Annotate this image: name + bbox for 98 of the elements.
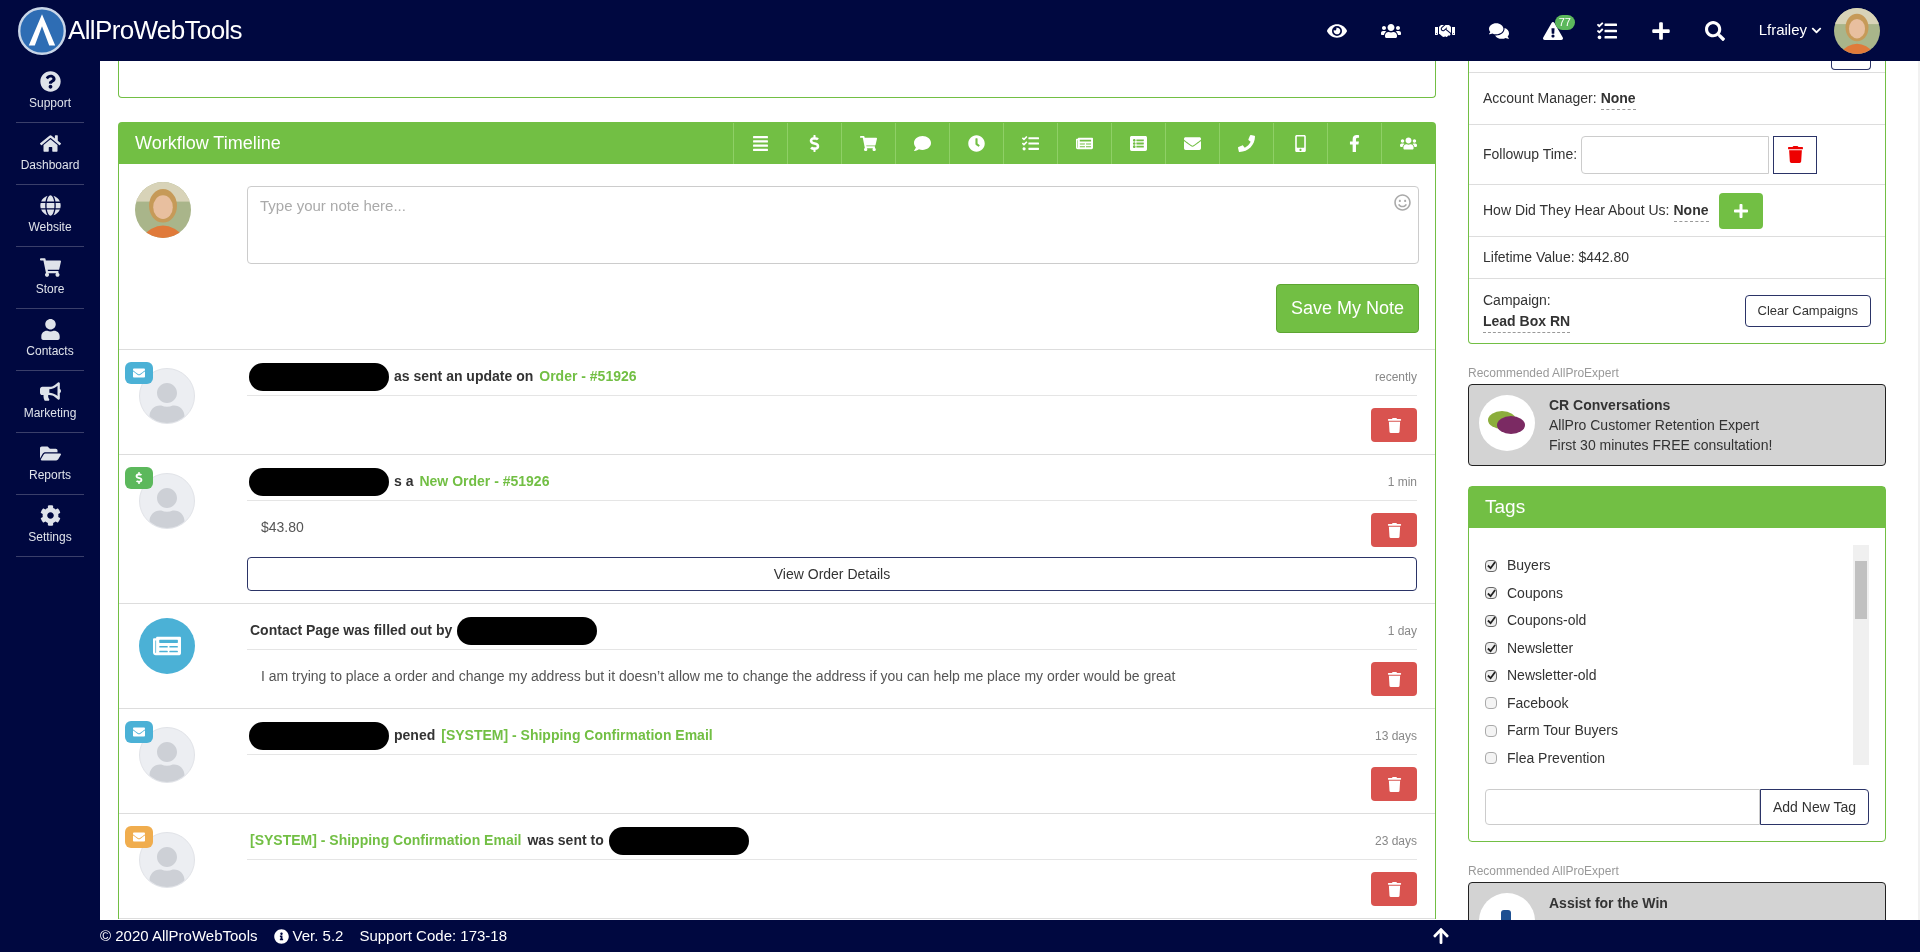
tag-label: Coupons-old: [1507, 611, 1587, 631]
trash-icon: [1386, 671, 1402, 687]
action-button[interactable]: [1831, 61, 1871, 70]
view-order-details-button[interactable]: View Order Details: [247, 557, 1417, 591]
add-new-tag-button[interactable]: Add New Tag: [1760, 789, 1869, 825]
clear-campaigns-button[interactable]: Clear Campaigns: [1744, 295, 1871, 327]
tag-checkbox[interactable]: [1485, 559, 1497, 572]
expert-description: AllPro Customer Retention Expert: [1549, 416, 1761, 435]
logo-icon: [18, 6, 66, 55]
panel-title: Workflow Timeline: [134, 132, 281, 155]
entry-text: was sent to: [527, 831, 604, 850]
entry-time: 13 days: [1374, 727, 1417, 745]
megaphone-icon: [39, 381, 61, 402]
search-icon[interactable]: [1704, 20, 1725, 41]
alerts-count: 77: [1554, 14, 1575, 30]
cart-icon: [39, 257, 61, 278]
plus-icon: [1732, 202, 1749, 219]
globe-icon: [39, 195, 61, 216]
expert-description: First 30 minutes FREE consultation!: [1549, 436, 1773, 455]
tag-checkbox[interactable]: [1485, 752, 1497, 765]
trash-icon: [1386, 417, 1402, 433]
smiley-icon[interactable]: [1394, 194, 1411, 211]
expert-title: CR Conversations: [1549, 396, 1672, 415]
user-avatar-icon: [139, 832, 195, 888]
scrollbar[interactable]: [1853, 545, 1869, 765]
user-menu[interactable]: Lfrailey: [1758, 19, 1822, 42]
expert-title: Assist for the Win: [1549, 894, 1668, 913]
tag-label: Farm Tour Buyers: [1507, 721, 1618, 741]
entry-text: pened: [394, 726, 436, 745]
expert-card[interactable]: Assist for the Win: [1468, 882, 1886, 920]
tag-label: Newsletter: [1507, 638, 1574, 658]
note-field[interactable]: Type your note here...: [247, 186, 1419, 264]
chat-icon[interactable]: [1488, 20, 1509, 41]
form-avatar: [139, 618, 195, 674]
user-avatar-icon: [139, 368, 195, 424]
tag-checkbox[interactable]: [1485, 642, 1497, 655]
person-icon: [39, 319, 61, 340]
tag-checkbox[interactable]: [1485, 724, 1497, 737]
new-tag-field[interactable]: [1485, 789, 1760, 825]
entry-time: 1 min: [1387, 473, 1417, 491]
field-value[interactable]: None: [1673, 199, 1709, 222]
entry-body: $43.80: [260, 518, 304, 537]
field-label: Account Manager:: [1483, 89, 1597, 108]
followup-time-field[interactable]: [1581, 135, 1770, 174]
sidebar-item[interactable]: Contacts: [16, 309, 84, 371]
gear-icon: [39, 505, 61, 526]
add-button[interactable]: [1718, 192, 1763, 229]
tag-label: Newsletter-old: [1507, 666, 1597, 686]
entry-time: 1 day: [1387, 622, 1417, 640]
expert-card[interactable]: CR Conversations AllPro Customer Retention Expert First 30 minutes FREE consultation!: [1468, 384, 1886, 466]
entry-time: 23 days: [1374, 832, 1417, 850]
field-label: How Did They Hear About Us:: [1483, 201, 1670, 220]
version-text: Ver. 5.2: [292, 925, 344, 946]
back-to-top-icon[interactable]: [1432, 927, 1450, 945]
sidebar-item[interactable]: Reports: [16, 433, 84, 495]
entry-text: s a: [394, 472, 414, 491]
support-code-text: Support Code: 173-18: [359, 925, 507, 946]
tag-checkbox[interactable]: [1485, 669, 1497, 682]
tag-checkbox[interactable]: [1485, 614, 1497, 627]
tag-label: Flea Prevention: [1507, 748, 1606, 768]
entry-body: I am trying to place a order and change my address but it doesn’t allow me to change the address if you can help me place my order would be great: [260, 667, 1176, 686]
section-heading: Recommended AllProExpert: [1468, 365, 1620, 382]
tag-label: Buyers: [1507, 556, 1551, 576]
tag-checkbox[interactable]: [1485, 587, 1497, 600]
tag-checkbox[interactable]: [1485, 697, 1497, 710]
entry-time: recently: [1374, 368, 1417, 386]
sidebar-item[interactable]: Marketing: [16, 371, 84, 433]
tag-label: Facebook: [1507, 693, 1569, 713]
caret-icon: [1811, 25, 1822, 36]
field-label: Campaign:: [1483, 290, 1552, 310]
sidebar-item[interactable]: Settings: [16, 495, 84, 557]
entry-text: as sent an update on: [394, 367, 534, 386]
trash-icon: [1386, 776, 1402, 792]
info-icon: [273, 928, 289, 944]
sidebar-item[interactable]: Support: [16, 61, 84, 123]
sidebar-item[interactable]: Website: [16, 185, 84, 247]
sidebar-item[interactable]: Store: [16, 247, 84, 309]
sidebar-item[interactable]: Dashboard: [16, 123, 84, 185]
field-label: Followup Time:: [1483, 145, 1578, 164]
panel-title: Tags: [1485, 495, 1526, 520]
brand-name[interactable]: AllProWebTools: [68, 11, 242, 50]
plus-icon[interactable]: [1650, 20, 1671, 41]
user-avatar-icon: [139, 473, 195, 529]
help-icon: [39, 71, 61, 92]
delete-button[interactable]: [1773, 135, 1818, 174]
trash-icon: [1386, 522, 1402, 538]
entry-text: Contact Page was filled out by: [250, 621, 453, 640]
trash-icon: [1386, 881, 1402, 897]
field-value[interactable]: Lead Box RN: [1483, 310, 1571, 333]
copyright-text: © 2020 AllProWebTools: [100, 925, 258, 946]
checklist-icon[interactable]: [1596, 20, 1617, 41]
home-icon: [39, 133, 61, 154]
user-avatar-icon: [139, 727, 195, 783]
field-label: Lifetime Value: $442.80: [1483, 248, 1630, 267]
tag-label: Coupons: [1507, 583, 1564, 603]
trash-icon: [1786, 146, 1804, 163]
section-heading: Recommended AllProExpert: [1468, 863, 1620, 880]
field-value[interactable]: None: [1600, 87, 1636, 110]
